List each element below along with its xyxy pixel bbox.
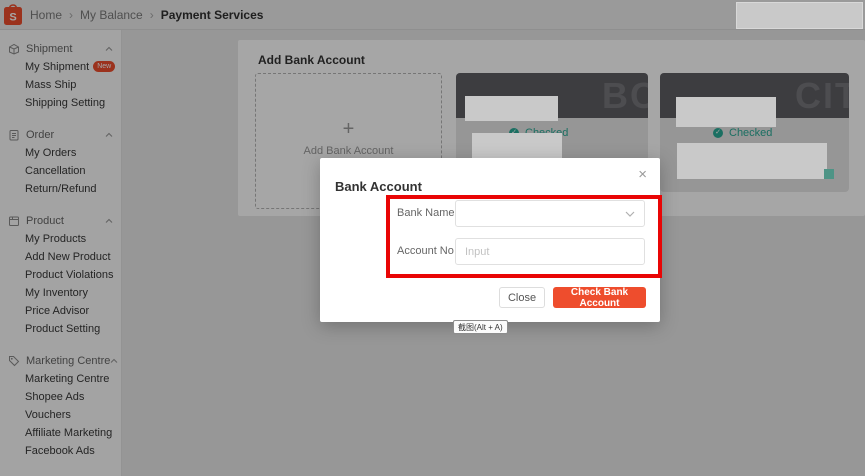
bank-name-row: Bank Name (320, 200, 660, 227)
screenshot-shortcut-tooltip: 截图(Alt + A) (453, 320, 508, 334)
redaction-block (736, 2, 863, 29)
account-no-input[interactable] (455, 238, 645, 265)
account-no-row: Account No (320, 238, 660, 265)
modal-title: Bank Account (335, 179, 422, 194)
redaction-block (472, 133, 562, 161)
redaction-block (465, 96, 558, 121)
payment-services-page: S Home › My Balance › Payment Services S… (0, 0, 865, 476)
chevron-down-icon (625, 211, 635, 217)
bank-account-modal: × Bank Account Bank Name Account No Clos… (320, 158, 660, 322)
check-bank-account-button[interactable]: Check Bank Account (553, 287, 646, 309)
partially-hidden-link (824, 169, 834, 179)
close-button[interactable]: Close (499, 287, 545, 308)
account-no-label: Account No (397, 245, 454, 257)
redaction-block (677, 143, 827, 179)
close-icon[interactable]: × (638, 167, 647, 182)
modal-buttons: Close Check Bank Account (320, 287, 660, 309)
bank-name-label: Bank Name (397, 207, 455, 219)
redaction-block (676, 97, 776, 127)
bank-name-select[interactable] (455, 200, 645, 227)
